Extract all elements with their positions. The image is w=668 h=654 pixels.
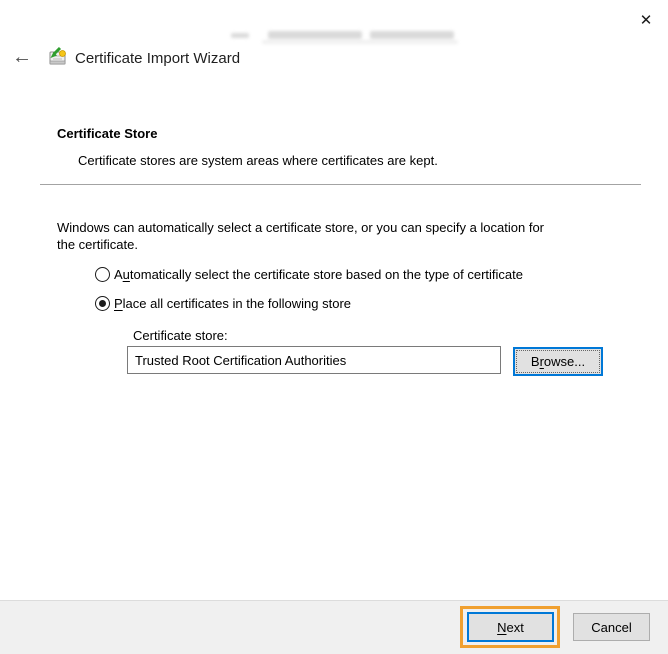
certificate-import-icon bbox=[46, 46, 68, 68]
section-subtitle: Certificate stores are system areas wher… bbox=[78, 153, 438, 168]
next-button-label: Next bbox=[497, 620, 524, 635]
certificate-store-input[interactable]: Trusted Root Certification Authorities bbox=[127, 346, 501, 374]
radio-icon-selected[interactable] bbox=[95, 296, 110, 311]
certificate-store-value: Trusted Root Certification Authorities bbox=[135, 353, 346, 368]
wizard-title: Certificate Import Wizard bbox=[75, 50, 240, 67]
intro-line-1: Windows can automatically select a certi… bbox=[57, 219, 544, 236]
browse-button[interactable]: Browse... bbox=[513, 347, 603, 376]
radio-place-all-certificates[interactable]: Place all certificates in the following … bbox=[95, 296, 351, 311]
blurred-artifact bbox=[268, 31, 362, 39]
blurred-artifact bbox=[231, 33, 249, 38]
blurred-artifact bbox=[370, 31, 454, 39]
intro-text: Windows can automatically select a certi… bbox=[57, 219, 544, 253]
back-arrow-icon[interactable]: ← bbox=[8, 44, 36, 70]
certificate-store-label: Certificate store: bbox=[133, 328, 228, 343]
browse-button-label: Browse... bbox=[531, 354, 585, 369]
intro-line-2: the certificate. bbox=[57, 236, 544, 253]
divider bbox=[40, 184, 641, 185]
radio-icon[interactable] bbox=[95, 267, 110, 282]
radio-automatically-select[interactable]: Automatically select the certificate sto… bbox=[95, 267, 523, 282]
footer-bar bbox=[0, 600, 668, 654]
cancel-button[interactable]: Cancel bbox=[573, 613, 650, 641]
cancel-button-label: Cancel bbox=[591, 620, 631, 635]
radio-label: Automatically select the certificate sto… bbox=[114, 267, 523, 282]
close-icon[interactable]: ✕ bbox=[632, 6, 660, 34]
blurred-artifact bbox=[262, 40, 458, 44]
radio-label: Place all certificates in the following … bbox=[114, 296, 351, 311]
section-title: Certificate Store bbox=[57, 126, 157, 141]
next-button[interactable]: Next bbox=[467, 612, 554, 642]
